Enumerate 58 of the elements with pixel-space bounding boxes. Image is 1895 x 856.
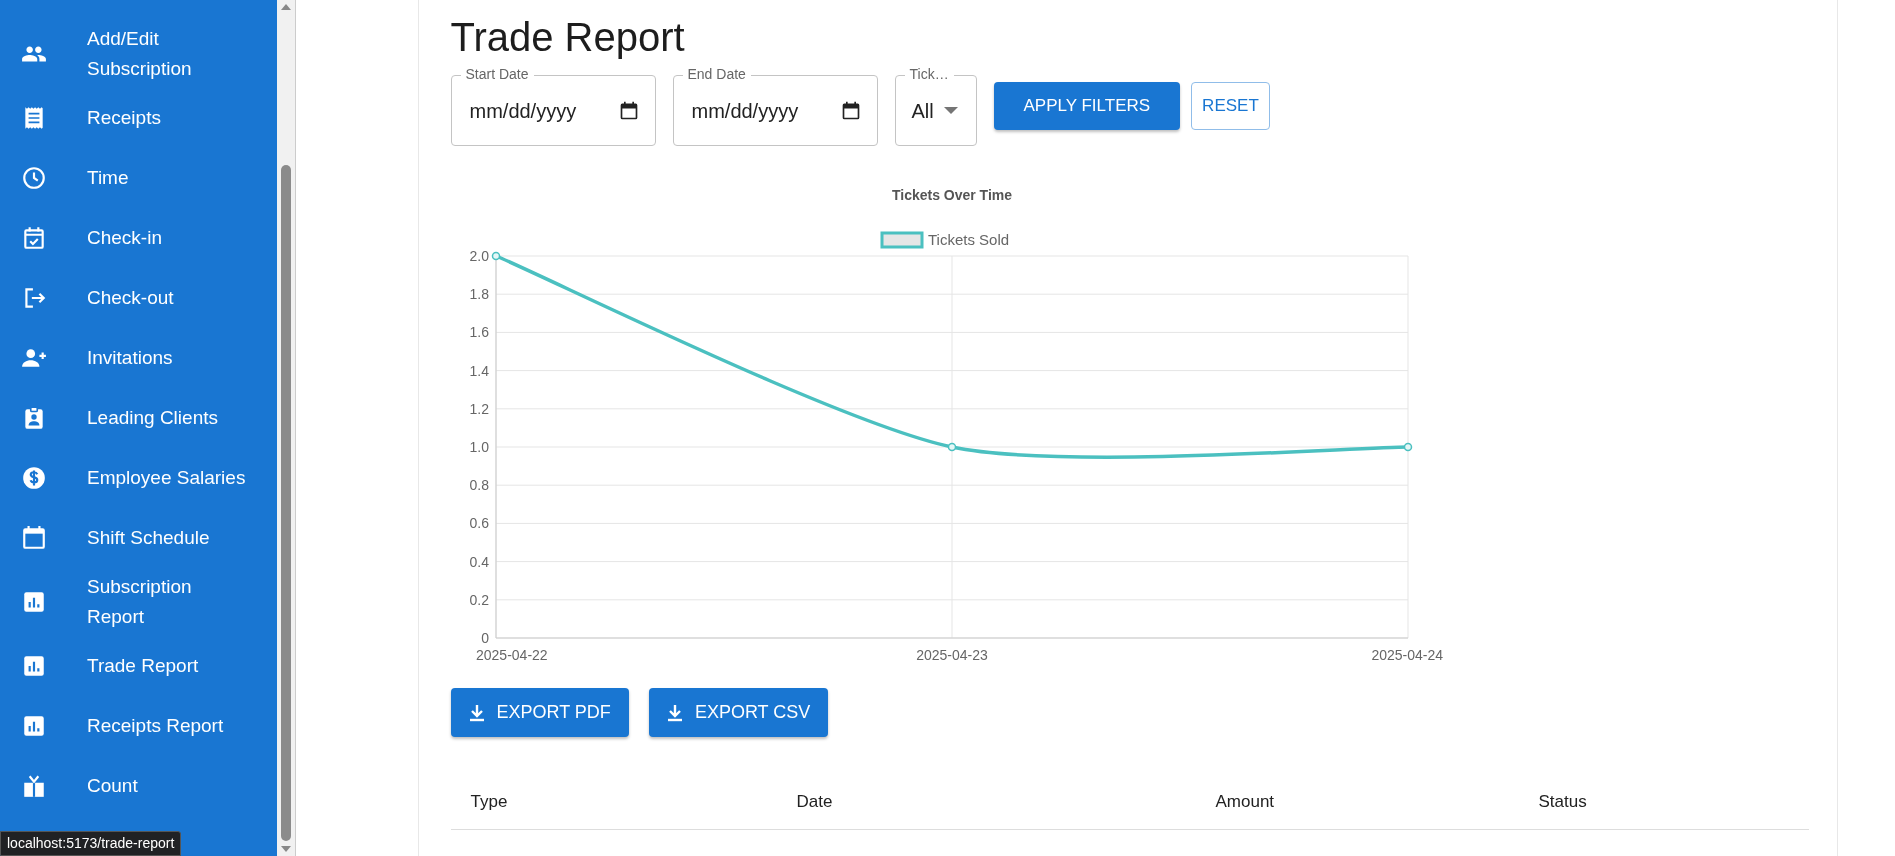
- select-value: All: [911, 98, 934, 124]
- scrollbar[interactable]: [277, 0, 295, 856]
- sidebar-item[interactable]: Subscription Report: [0, 568, 277, 636]
- x-tick-label: 2025-04-22: [475, 647, 548, 663]
- sidebar-item[interactable]: Time: [0, 148, 277, 208]
- download-icon: [666, 703, 683, 722]
- column-header: Status: [1538, 791, 1588, 813]
- y-tick-label: 2.0: [469, 248, 489, 264]
- apply-filters-button[interactable]: APPLY FILTERS: [993, 82, 1181, 130]
- y-tick-label: 1.0: [469, 439, 489, 455]
- column-header: Date: [796, 791, 834, 813]
- column-header: Type: [470, 791, 509, 813]
- x-tick-label: 2025-04-24: [1370, 647, 1443, 663]
- legend-swatch[interactable]: [880, 231, 923, 249]
- page-title: Trade Report: [450, 14, 686, 61]
- sidebar-item[interactable]: Receipts Report: [0, 696, 277, 756]
- sidebar-item[interactable]: Receipts: [0, 88, 277, 148]
- y-tick-label: 0.6: [469, 515, 489, 532]
- data-point[interactable]: [491, 251, 500, 261]
- field-label: Start Date: [460, 66, 534, 82]
- y-tick-label: 1.8: [469, 286, 489, 303]
- legend-label[interactable]: Tickets Sold: [927, 231, 1009, 248]
- y-tick-label: 0: [480, 630, 489, 646]
- caret-icon: [943, 106, 958, 115]
- data-point[interactable]: [1403, 442, 1412, 452]
- data-point[interactable]: [947, 442, 956, 452]
- calendar-icon: [840, 100, 861, 121]
- calendar-icon: [618, 100, 639, 121]
- export-button[interactable]: EXPORT PDF: [450, 688, 629, 737]
- y-tick-label: 0.4: [469, 553, 489, 570]
- date-input[interactable]: mm/dd/yyyy: [689, 94, 840, 127]
- sidebar-item[interactable]: Trade Report: [0, 636, 277, 696]
- column-header: Amount: [1215, 791, 1276, 813]
- field-label: Tick…: [904, 66, 954, 82]
- y-tick-label: 1.2: [469, 400, 489, 417]
- sidebar-item[interactable]: Employee Salaries: [0, 448, 277, 508]
- reset-button[interactable]: RESET: [1191, 82, 1270, 130]
- y-tick-label: 0.8: [469, 477, 489, 494]
- sidebar-item[interactable]: Shift Schedule: [0, 508, 277, 568]
- sidebar-item[interactable]: Count: [0, 756, 277, 816]
- calendar-icon: [20, 525, 47, 551]
- y-tick-label: 1.4: [469, 362, 489, 379]
- clock-icon: [20, 165, 47, 191]
- x-tick-label: 2025-04-23: [915, 647, 988, 663]
- date-input[interactable]: mm/dd/yyyy: [467, 94, 618, 127]
- sidebar-item[interactable]: Leading Clients: [0, 388, 277, 448]
- y-tick-label: 0.2: [469, 591, 489, 608]
- chart-title: Tickets Over Time: [891, 187, 1012, 203]
- sidebar-item[interactable]: Check-out: [0, 268, 277, 328]
- y-tick-label: 1.6: [469, 324, 489, 341]
- dollar-icon: [20, 465, 47, 491]
- sidebar-item[interactable]: Invitations: [0, 328, 277, 388]
- field-label: End Date: [682, 66, 751, 82]
- sidebar-item[interactable]: Add/Edit Subscription: [0, 20, 277, 88]
- status-url: localhost:5173/trade-report: [0, 831, 182, 856]
- download-icon: [468, 703, 485, 722]
- export-button[interactable]: EXPORT CSV: [648, 688, 829, 737]
- sidebar-item[interactable]: Check-in: [0, 208, 277, 268]
